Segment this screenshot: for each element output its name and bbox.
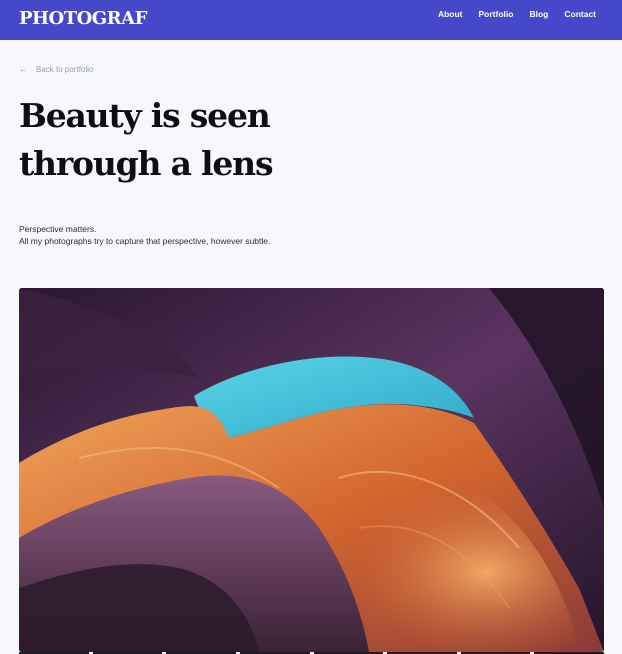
page-title: Beauty is seen through a lens xyxy=(19,92,319,188)
hero-photo-canyon xyxy=(19,288,604,652)
back-link-label: Back to portfolio xyxy=(36,64,94,74)
nav-link-portfolio[interactable]: Portfolio xyxy=(479,9,514,19)
description-line-1: Perspective matters. xyxy=(19,224,97,234)
page-title-line-2: through a lens xyxy=(19,144,274,183)
description-line-2: All my photographs try to capture that p… xyxy=(19,236,271,246)
brand-logo[interactable]: PHOTOGRAF xyxy=(19,8,147,29)
top-navigation-bar: PHOTOGRAF About Portfolio Blog Contact xyxy=(0,0,622,40)
page-title-line-1: Beauty is seen xyxy=(19,96,271,135)
back-to-portfolio-link[interactable]: ← Back to portfolio xyxy=(19,64,93,74)
page-description: Perspective matters. All my photographs … xyxy=(19,223,270,247)
nav-links: About Portfolio Blog Contact xyxy=(438,9,596,19)
nav-link-about[interactable]: About xyxy=(438,9,463,19)
arrow-left-icon: ← xyxy=(19,64,28,74)
nav-link-contact[interactable]: Contact xyxy=(564,9,596,19)
nav-link-blog[interactable]: Blog xyxy=(529,9,548,19)
